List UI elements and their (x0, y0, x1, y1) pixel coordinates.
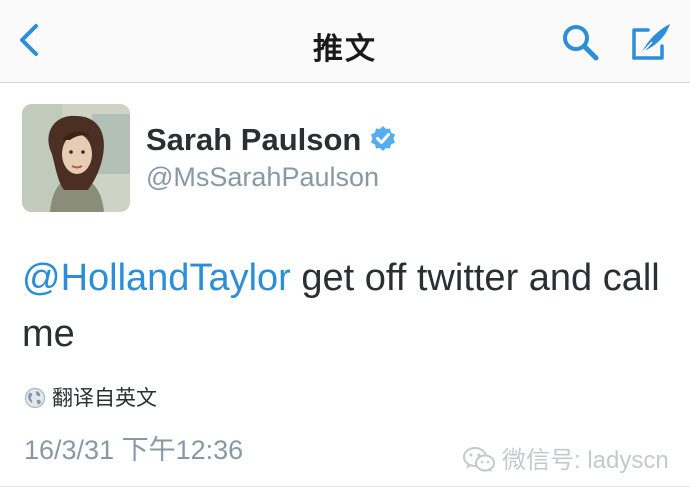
divider (0, 486, 690, 487)
tweet-text: @HollandTaylor get off twitter and call … (22, 250, 662, 362)
translate-link[interactable]: 翻译自英文 (24, 382, 157, 412)
globe-icon (24, 387, 46, 409)
compose-quill-icon (632, 24, 670, 60)
compose-button[interactable] (628, 18, 674, 64)
avatar-portrait-image (22, 104, 130, 212)
mention-link[interactable]: @HollandTaylor (22, 257, 291, 299)
search-icon (563, 25, 599, 61)
watermark-text: 微信号: ladyscn (502, 447, 669, 474)
author-avatar[interactable] (22, 104, 130, 212)
author-name-text: Sarah Paulson (146, 122, 362, 157)
search-button[interactable] (560, 22, 600, 62)
tweet-timestamp: 16/3/31 下午12:36 (24, 435, 244, 465)
author-handle[interactable]: @MsSarahPaulson (146, 162, 379, 193)
nav-bar: 推文 (0, 0, 690, 83)
wechat-icon (463, 447, 495, 472)
author-name[interactable]: Sarah Paulson (146, 122, 397, 158)
tweet-detail-screen: 推文 Sarah Paulson @MsSarahPaulson @Hollan… (0, 0, 690, 492)
translate-label: 翻译自英文 (52, 387, 157, 410)
watermark: 微信号: ladyscn (462, 440, 669, 475)
verified-badge-icon (371, 126, 396, 151)
